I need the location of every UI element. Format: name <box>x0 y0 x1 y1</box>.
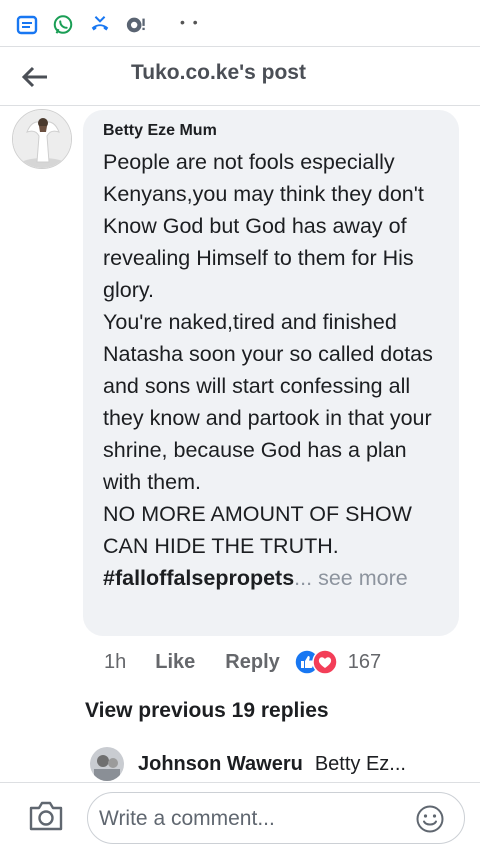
comment-input-placeholder: Write a comment... <box>99 807 275 830</box>
love-reaction-icon <box>312 649 338 675</box>
notification-app-icon <box>126 17 145 33</box>
avatar-image <box>13 110 71 168</box>
arrow-left-icon[interactable] <box>18 59 54 95</box>
reply-button[interactable]: Reply <box>225 651 279 674</box>
reply-snippet: Betty Ez... <box>314 752 406 775</box>
whatsapp-icon <box>53 15 73 34</box>
message-app-icon <box>16 15 38 35</box>
missed-call-icon <box>91 16 109 31</box>
view-previous-replies-link[interactable]: View previous 19 replies <box>85 699 329 723</box>
status-bar: • • <box>0 0 480 46</box>
page-title: Tuko.co.ke's post <box>131 61 306 84</box>
reply-item[interactable]: Johnson Waweru Betty Ez... <box>90 745 406 783</box>
reply-author[interactable]: Johnson Waweru <box>138 753 303 776</box>
post-header: Tuko.co.ke's post <box>0 46 480 106</box>
camera-icon[interactable] <box>28 800 64 832</box>
hashtag-link[interactable]: #falloffalsepropets <box>103 566 294 590</box>
comment-timestamp[interactable]: 1h <box>104 651 126 674</box>
comment-bubble: Betty Eze Mum People are not fools espec… <box>83 110 459 636</box>
comment-text: People are not fools especially Kenyans,… <box>103 150 433 558</box>
reaction-count[interactable]: 167 <box>348 651 381 674</box>
ellipsis: ... <box>294 566 313 590</box>
reply-avatar-image <box>90 747 124 781</box>
reply-avatar[interactable] <box>90 747 124 781</box>
comment-input[interactable]: Write a comment... <box>87 792 465 844</box>
divider <box>0 782 480 783</box>
like-button[interactable]: Like <box>155 651 195 674</box>
status-overflow-dots: • • <box>180 14 200 30</box>
avatar[interactable] <box>12 109 72 169</box>
comment-actions: 1h Like Reply 167 <box>104 648 381 676</box>
comment-hashtag-line: #falloffalsepropets... see more <box>103 562 445 594</box>
see-more-link[interactable]: see more <box>312 566 408 590</box>
emoji-icon[interactable] <box>415 804 445 834</box>
reactions-summary[interactable] <box>294 649 340 675</box>
comment-author[interactable]: Betty Eze Mum <box>103 122 445 140</box>
